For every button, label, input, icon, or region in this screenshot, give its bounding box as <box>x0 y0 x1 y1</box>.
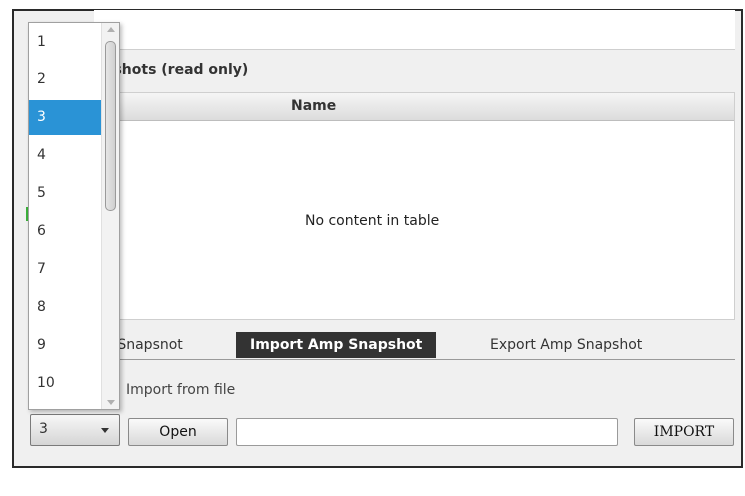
dropdown-option[interactable]: 6 <box>29 214 101 249</box>
tab-import-amp-snapshot[interactable]: Import Amp Snapshot <box>236 332 437 358</box>
dropdown-option[interactable]: 7 <box>29 252 101 287</box>
scrollbar-thumb[interactable] <box>105 41 116 211</box>
import-button[interactable]: IMPORT <box>634 418 734 446</box>
dropdown-option[interactable]: 9 <box>29 328 101 363</box>
dropdown-option[interactable]: 5 <box>29 176 101 211</box>
dropdown-option[interactable]: 4 <box>29 138 101 173</box>
number-select-value: 3 <box>39 421 48 437</box>
snapshots-table[interactable]: Name No content in table <box>94 92 735 320</box>
scroll-down-arrow-icon[interactable] <box>107 400 115 405</box>
tab-bar: p Snapsnot Import Amp Snapshot Export Am… <box>94 330 735 360</box>
dropdown-option[interactable]: 8 <box>29 290 101 325</box>
column-header-name[interactable]: Name <box>291 98 336 114</box>
file-path-input[interactable] <box>236 418 618 446</box>
table-empty-message: No content in table <box>305 213 440 229</box>
table-header: Name <box>95 93 734 121</box>
tab-export-amp-snapshot[interactable]: Export Amp Snapshot <box>476 332 656 358</box>
dropdown-option[interactable]: 10 <box>29 366 101 401</box>
open-button[interactable]: Open <box>128 418 228 446</box>
number-select-popup[interactable]: 1 2 3 4 5 6 7 8 9 10 <box>28 22 120 410</box>
chevron-down-icon[interactable] <box>101 428 109 433</box>
popup-scrollbar[interactable] <box>101 23 119 409</box>
dropdown-option[interactable]: 2 <box>29 62 101 97</box>
dropdown-option-selected[interactable]: 3 <box>29 100 101 135</box>
import-from-file-label: Import from file <box>126 382 236 398</box>
scroll-up-arrow-icon[interactable] <box>107 27 115 32</box>
number-select[interactable]: 3 <box>30 414 120 446</box>
dropdown-option[interactable]: 1 <box>29 25 101 60</box>
top-panel <box>94 10 735 50</box>
